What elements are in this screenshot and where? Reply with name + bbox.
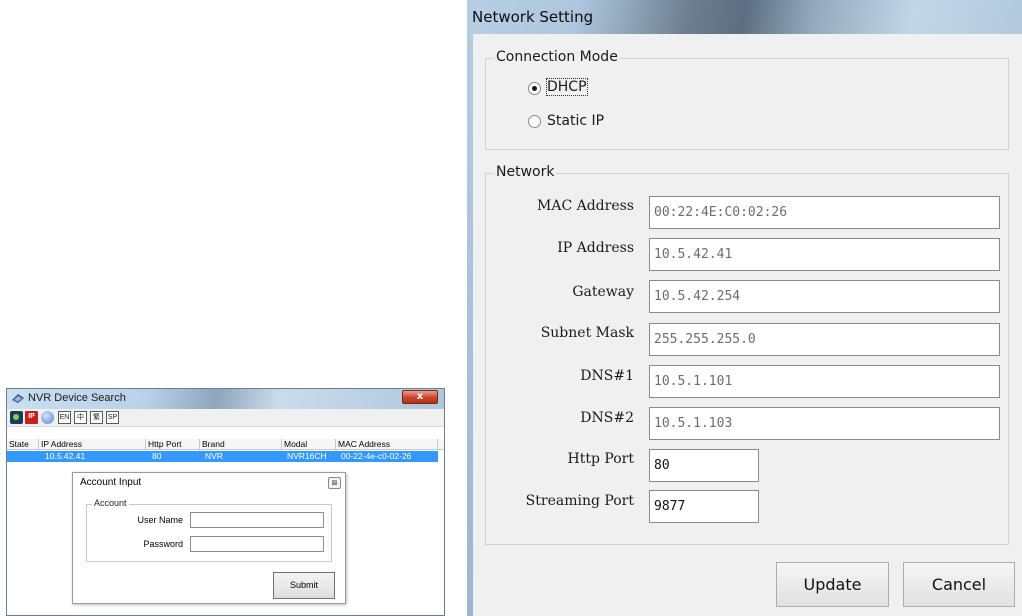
- account-group: Account User Name Password: [86, 498, 332, 562]
- static-ip-label[interactable]: Static IP: [547, 113, 604, 129]
- language-cn-button[interactable]: 中: [74, 411, 87, 424]
- dns1-label: DNS#1: [580, 368, 634, 384]
- row-http-port: 80: [152, 451, 162, 461]
- username-field[interactable]: [190, 512, 324, 528]
- static-ip-radio[interactable]: [528, 115, 541, 128]
- connection-mode-label: Connection Mode: [494, 49, 620, 65]
- password-label: Password: [143, 539, 183, 549]
- network-group: Network MAC Address 00:22:4E:C0:02:26 IP…: [485, 164, 1009, 545]
- streaming-port-label: Streaming Port: [525, 493, 634, 509]
- account-group-label: Account: [92, 498, 129, 508]
- mac-address-label: MAC Address: [537, 198, 634, 214]
- language-tw-button[interactable]: 繁: [90, 411, 103, 424]
- mac-address-field[interactable]: 00:22:4E:C0:02:26: [649, 196, 1000, 229]
- device-table-header: State IP Address Http Port Brand Modal M…: [7, 439, 444, 450]
- app-icon: [12, 394, 24, 403]
- gateway-label: Gateway: [572, 284, 634, 300]
- password-field[interactable]: [190, 536, 324, 552]
- row-ip-address: 10.5.42.41: [45, 451, 86, 461]
- column-header-http-port[interactable]: Http Port: [146, 439, 200, 450]
- column-header-state[interactable]: State: [7, 439, 39, 450]
- table-row[interactable]: 10.5.42.41 80 NVR NVR16CH 00-22-4e-c0-02…: [7, 451, 438, 462]
- language-sp-button[interactable]: SP: [106, 411, 119, 424]
- network-window-title: Network Setting: [472, 8, 594, 26]
- info-icon[interactable]: [41, 411, 54, 424]
- close-icon[interactable]: x: [402, 390, 438, 404]
- http-port-label: Http Port: [567, 451, 634, 467]
- column-header-mac-address[interactable]: MAC Address: [336, 439, 438, 450]
- nvr-toolbar: IP EN 中 繁 SP: [7, 409, 444, 427]
- gateway-field[interactable]: 10.5.42.254: [649, 280, 1000, 313]
- column-header-brand[interactable]: Brand: [200, 439, 282, 450]
- nvr-device-search-window: NVR Device Search x IP EN 中 繁 SP State I…: [6, 388, 445, 616]
- network-setting-window: Network Setting Connection Mode DHCP Sta…: [467, 0, 1022, 616]
- network-label: Network: [494, 164, 557, 180]
- subnet-mask-field[interactable]: 255.255.255.0: [649, 323, 1000, 356]
- row-mac-address: 00-22-4e-c0-02-26: [341, 451, 412, 461]
- account-dialog-title: Account Input: [80, 477, 142, 488]
- account-input-dialog: Account Input ⊠ Account User Name Passwo…: [72, 472, 346, 604]
- dns1-field[interactable]: 10.5.1.101: [649, 365, 1000, 398]
- streaming-port-field[interactable]: 9877: [649, 490, 759, 523]
- ip-setting-icon[interactable]: IP: [25, 411, 38, 424]
- dhcp-label[interactable]: DHCP: [546, 78, 588, 96]
- ip-address-label: IP Address: [557, 240, 634, 256]
- row-brand: NVR: [205, 451, 223, 461]
- search-devices-icon[interactable]: [10, 411, 23, 424]
- cancel-button[interactable]: Cancel: [903, 562, 1015, 607]
- dns2-label: DNS#2: [580, 410, 634, 426]
- nvr-window-title: NVR Device Search: [28, 392, 126, 404]
- network-title-bar[interactable]: Network Setting: [467, 0, 1022, 34]
- row-model: NVR16CH: [287, 451, 327, 461]
- connection-mode-group: Connection Mode DHCP Static IP: [485, 49, 1009, 150]
- http-port-field[interactable]: 80: [649, 449, 759, 482]
- dhcp-radio[interactable]: [528, 82, 541, 95]
- ip-address-field[interactable]: 10.5.42.41: [649, 238, 1000, 271]
- window-frame: [467, 34, 473, 616]
- submit-button[interactable]: Submit: [273, 572, 335, 599]
- subnet-mask-label: Subnet Mask: [540, 325, 634, 341]
- language-en-button[interactable]: EN: [58, 411, 71, 424]
- column-header-ip-address[interactable]: IP Address: [39, 439, 146, 450]
- username-label: User Name: [137, 515, 183, 525]
- column-header-modal[interactable]: Modal: [282, 439, 336, 450]
- dns2-field[interactable]: 10.5.1.103: [649, 407, 1000, 440]
- nvr-title-bar[interactable]: NVR Device Search x: [7, 389, 444, 409]
- update-button[interactable]: Update: [776, 562, 889, 607]
- close-icon[interactable]: ⊠: [328, 477, 341, 489]
